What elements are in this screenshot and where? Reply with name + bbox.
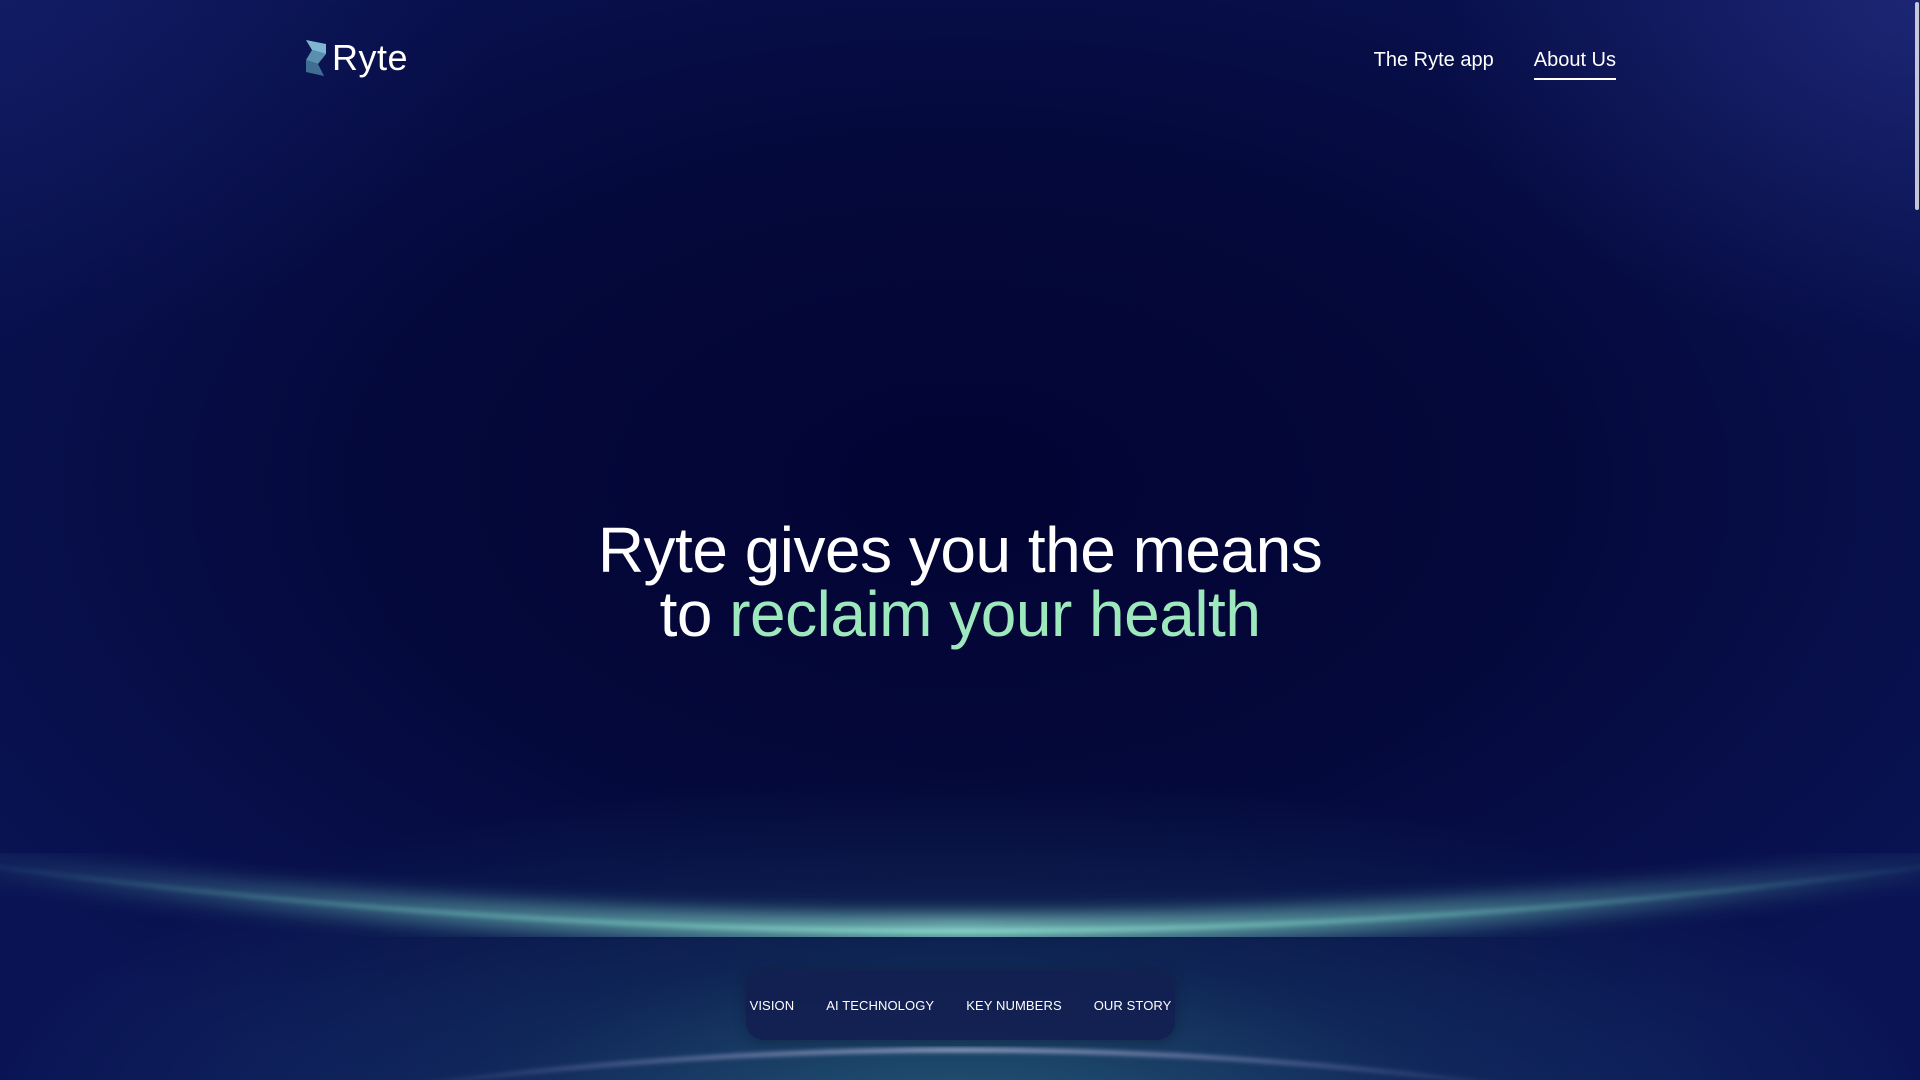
ryte-logo-icon [306,40,326,76]
hero-accent-text: reclaim your health [729,578,1261,650]
scrollbar-thumb[interactable] [1915,2,1919,210]
page-scrollbar[interactable] [1914,0,1920,1080]
main-nav: The Ryte app About Us [1374,48,1616,80]
hero-line-1: Ryte gives you the means [597,514,1323,586]
tab-key-numbers[interactable]: KEY NUMBERS [966,998,1062,1013]
site-header: Ryte The Ryte app About Us [0,0,1920,120]
logo-link[interactable]: Ryte [302,38,408,78]
hero-heading: Ryte gives you the means to reclaim your… [0,518,1920,646]
tab-ai-technology[interactable]: AI TECHNOLOGY [826,998,934,1013]
nav-link-about-us[interactable]: About Us [1533,48,1616,80]
nav-link-ryte-app[interactable]: The Ryte app [1374,48,1494,80]
hero-line-2-prefix: to [659,578,713,650]
page: Ryte The Ryte app About Us Ryte gives yo… [0,0,1920,1080]
tab-our-story[interactable]: OUR STORY [1094,998,1172,1013]
hero-line-2: to reclaim your health [0,582,1920,646]
logo-text: Ryte [332,37,409,78]
tab-vision[interactable]: VISION [750,998,795,1013]
section-tabbar: VISION AI TECHNOLOGY KEY NUMBERS OUR STO… [746,970,1175,1040]
